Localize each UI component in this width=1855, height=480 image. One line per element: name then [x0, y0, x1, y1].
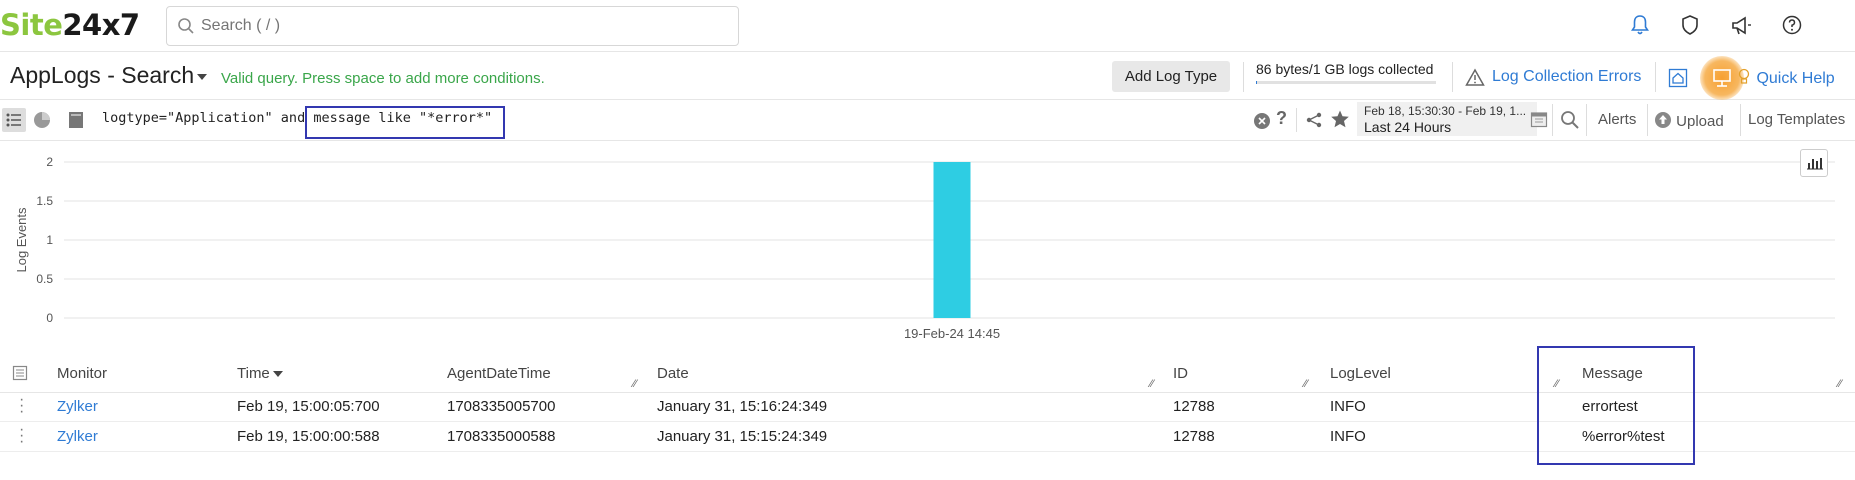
- row-menu-icon[interactable]: · · ·: [19, 392, 24, 420]
- help-icon[interactable]: [1781, 14, 1803, 41]
- list-view-button[interactable]: [2, 108, 26, 132]
- cell-id: 12788: [1173, 428, 1215, 445]
- upload-button[interactable]: Upload: [1654, 111, 1724, 130]
- search-icon: [177, 17, 195, 40]
- cell-agentdatetime: 1708335005700: [447, 398, 556, 415]
- search-run-icon[interactable]: [1560, 110, 1580, 135]
- saved-queries-button[interactable]: [64, 108, 88, 132]
- logs-collected: 86 bytes/1 GB logs collected: [1256, 61, 1436, 84]
- star-icon[interactable]: [1330, 109, 1350, 134]
- y-tick-label: 0.5: [36, 272, 53, 286]
- divider: [1655, 62, 1656, 92]
- row-menu-icon[interactable]: · · ·: [19, 422, 24, 450]
- column-resize-handle[interactable]: ⁄⁄: [1304, 378, 1308, 390]
- upload-label: Upload: [1676, 113, 1724, 130]
- alerts-button[interactable]: Alerts: [1598, 111, 1636, 128]
- logo-text-24x7: 24x7: [62, 8, 140, 42]
- list-view-icon: [6, 113, 21, 127]
- log-events-chart: 2 1.5 1 0.5 0 Log Events 19-Feb-24 14:45: [0, 141, 1855, 346]
- pie-chart-icon: [34, 112, 50, 128]
- bell-icon[interactable]: [1630, 14, 1650, 41]
- add-log-type-button[interactable]: Add Log Type: [1112, 61, 1230, 92]
- logs-collected-bar-fill: [1256, 81, 1257, 84]
- divider: [1243, 62, 1244, 92]
- cell-loglevel: INFO: [1330, 398, 1366, 415]
- share-icon[interactable]: [1305, 111, 1323, 134]
- column-header-time-label: Time: [237, 365, 270, 382]
- cell-loglevel: INFO: [1330, 428, 1366, 445]
- page-header: AppLogs - Search Valid query. Press spac…: [0, 56, 1855, 100]
- time-range-picker[interactable]: Feb 18, 15:30:30 - Feb 19, 1... Last 24 …: [1357, 102, 1537, 136]
- global-search[interactable]: [166, 6, 739, 46]
- bar-chart-icon: [1807, 158, 1823, 170]
- column-header-monitor[interactable]: Monitor: [57, 365, 107, 382]
- calendar-icon[interactable]: [1530, 110, 1548, 133]
- quick-help-label: Quick Help: [1756, 70, 1835, 87]
- divider: [1552, 104, 1553, 136]
- home-icon[interactable]: [1668, 68, 1688, 93]
- time-range-text: Feb 18, 15:30:30 - Feb 19, 1...: [1364, 104, 1527, 118]
- cell-time: Feb 19, 15:00:05:700: [237, 398, 380, 415]
- query-bar: logtype="Application" and message like "…: [0, 100, 1855, 141]
- log-collection-errors-link[interactable]: Log Collection Errors: [1465, 68, 1641, 86]
- query-valid-message: Valid query. Press space to add more con…: [221, 70, 545, 87]
- chevron-down-icon[interactable]: [197, 73, 208, 80]
- divider: [1452, 62, 1453, 92]
- upload-icon: [1655, 112, 1671, 128]
- megaphone-icon[interactable]: [1730, 14, 1752, 41]
- column-header-agentdatetime[interactable]: AgentDateTime: [447, 365, 551, 382]
- message-column-highlight-box: [1537, 346, 1695, 465]
- chart-bar: [933, 162, 971, 318]
- logs-collected-bar: [1256, 81, 1436, 84]
- y-tick-label: 1.5: [36, 194, 53, 208]
- y-tick-label: 2: [46, 155, 53, 169]
- cell-time: Feb 19, 15:00:00:588: [237, 428, 380, 445]
- warning-icon: [1465, 68, 1485, 92]
- log-events-chart-svg: 2 1.5 1 0.5 0 Log Events 19-Feb-24 14:45: [14, 155, 1835, 341]
- column-header-date[interactable]: Date: [657, 365, 689, 382]
- sort-desc-icon: [272, 371, 283, 378]
- divider: [1296, 108, 1297, 132]
- divider: [1647, 104, 1648, 136]
- page-title-text: AppLogs - Search: [10, 62, 195, 88]
- y-axis-label: Log Events: [14, 207, 29, 273]
- cell-monitor-link[interactable]: Zylker: [57, 428, 98, 445]
- divider: [1586, 104, 1587, 136]
- chart-type-button[interactable]: [1800, 149, 1828, 177]
- column-resize-handle[interactable]: ⁄⁄: [1150, 378, 1154, 390]
- cell-date: January 31, 15:15:24:349: [657, 428, 828, 445]
- query-highlight-box: [305, 106, 505, 139]
- cell-agentdatetime: 1708335000588: [447, 428, 556, 445]
- cell-date: January 31, 15:16:24:349: [657, 398, 828, 415]
- y-tick-label: 0: [46, 311, 53, 325]
- top-bar: Site24x7: [0, 0, 1855, 52]
- y-tick-label: 1: [46, 233, 53, 247]
- cell-monitor-link[interactable]: Zylker: [57, 398, 98, 415]
- chart-view-button[interactable]: [30, 108, 54, 132]
- log-collection-errors-label: Log Collection Errors: [1492, 68, 1642, 85]
- logo-text-site: Site: [0, 8, 63, 42]
- column-resize-handle[interactable]: ⁄⁄: [633, 378, 637, 390]
- divider: [1740, 104, 1741, 136]
- time-range-label: Last 24 Hours: [1364, 119, 1452, 135]
- shield-icon[interactable]: [1680, 14, 1700, 41]
- notebook-icon: [69, 112, 83, 128]
- log-templates-button[interactable]: Log Templates: [1748, 111, 1845, 128]
- column-header-id[interactable]: ID: [1173, 365, 1188, 382]
- search-input[interactable]: [201, 15, 721, 37]
- site24x7-logo[interactable]: Site24x7: [0, 8, 140, 42]
- logs-collected-text: 86 bytes/1 GB logs collected: [1256, 61, 1434, 77]
- page-title[interactable]: AppLogs - Search: [10, 62, 208, 89]
- clear-query-icon[interactable]: [1253, 112, 1271, 135]
- column-header-time[interactable]: Time: [237, 365, 283, 382]
- column-resize-handle[interactable]: ⁄⁄: [1838, 378, 1842, 390]
- x-tick-label: 19-Feb-24 14:45: [904, 326, 1000, 341]
- column-header-loglevel[interactable]: LogLevel: [1330, 365, 1391, 382]
- cell-id: 12788: [1173, 398, 1215, 415]
- query-help-icon[interactable]: ?: [1276, 108, 1287, 129]
- query-text-part: logtype="Application" and: [102, 110, 314, 126]
- column-settings-icon[interactable]: [12, 365, 28, 386]
- quick-help-link[interactable]: Quick Help: [1738, 68, 1835, 88]
- lightbulb-icon: [1738, 68, 1750, 84]
